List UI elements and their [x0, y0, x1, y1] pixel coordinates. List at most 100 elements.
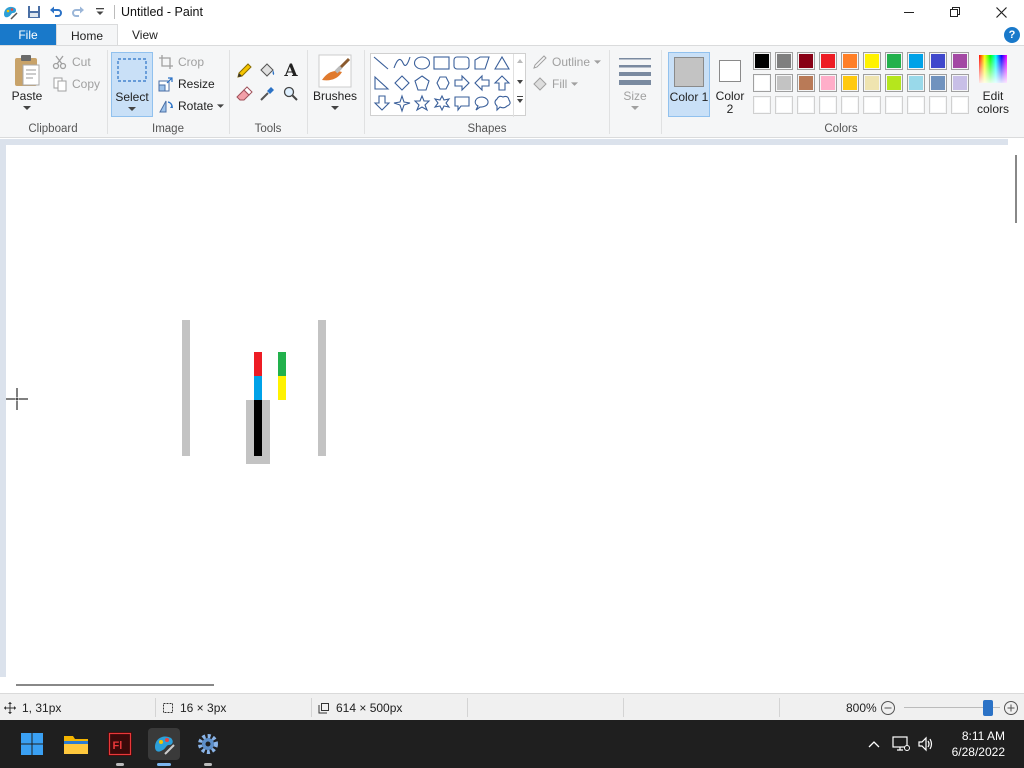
settings-button[interactable]: [192, 728, 224, 766]
customize-qat-icon[interactable]: [90, 2, 110, 22]
palette-swatch[interactable]: [819, 74, 837, 92]
palette-swatch[interactable]: [841, 74, 859, 92]
palette-swatch[interactable]: [929, 74, 947, 92]
palette-swatch[interactable]: [863, 52, 881, 70]
outline-button[interactable]: Outline: [532, 52, 602, 72]
palette-swatch[interactable]: [841, 96, 859, 114]
six-point-star-shape[interactable]: [433, 94, 451, 112]
palette-swatch[interactable]: [775, 52, 793, 70]
palette-swatch[interactable]: [753, 96, 771, 114]
zoom-in-button[interactable]: [1003, 694, 1019, 721]
right-arrow-shape[interactable]: [454, 74, 470, 92]
tray-overflow-icon[interactable]: [864, 734, 884, 754]
drawing-canvas[interactable]: [6, 145, 1008, 677]
pencil-icon[interactable]: [235, 62, 253, 80]
palette-swatch[interactable]: [797, 74, 815, 92]
diamond-shape[interactable]: [394, 75, 410, 91]
horizontal-scrollbar[interactable]: [0, 677, 1008, 693]
four-point-star-shape[interactable]: [393, 94, 411, 113]
undo-icon[interactable]: [46, 2, 66, 22]
right-triangle-shape[interactable]: [374, 75, 390, 90]
color1-button[interactable]: Color 1: [668, 52, 710, 117]
color-picker-icon[interactable]: [258, 85, 276, 103]
pentagon-shape[interactable]: [414, 75, 430, 91]
curve-shape[interactable]: [393, 56, 411, 69]
palette-swatch[interactable]: [753, 74, 771, 92]
paint-taskbar-button[interactable]: [148, 728, 180, 766]
palette-swatch[interactable]: [951, 52, 969, 70]
line-shape[interactable]: [373, 56, 389, 70]
rounded-callout-shape[interactable]: [454, 96, 470, 112]
polygon-shape[interactable]: [474, 56, 490, 70]
palette-swatch[interactable]: [885, 96, 903, 114]
palette-swatch[interactable]: [863, 74, 881, 92]
palette-swatch[interactable]: [863, 96, 881, 114]
volume-icon[interactable]: [916, 734, 936, 754]
help-icon[interactable]: ?: [1004, 27, 1020, 43]
size-button[interactable]: Size: [614, 52, 656, 117]
palette-swatch[interactable]: [797, 52, 815, 70]
triangle-shape[interactable]: [494, 55, 510, 70]
oval-callout-shape[interactable]: [474, 96, 489, 111]
palette-swatch[interactable]: [819, 96, 837, 114]
palette-swatch[interactable]: [907, 96, 925, 114]
up-arrow-shape[interactable]: [493, 75, 511, 91]
zoom-slider-thumb[interactable]: [983, 700, 993, 716]
minimize-button[interactable]: [886, 0, 932, 24]
start-button[interactable]: [16, 728, 48, 760]
palette-swatch[interactable]: [907, 52, 925, 70]
tab-file[interactable]: File: [0, 24, 56, 46]
oval-shape[interactable]: [413, 56, 431, 70]
redo-icon[interactable]: [68, 2, 88, 22]
palette-swatch[interactable]: [951, 96, 969, 114]
network-icon[interactable]: [891, 734, 911, 754]
crop-button[interactable]: Crop: [158, 52, 204, 72]
rectangle-shape[interactable]: [433, 56, 450, 70]
select-button[interactable]: Select: [111, 52, 153, 117]
palette-swatch[interactable]: [951, 74, 969, 92]
flash-app-button[interactable]: Fl: [104, 728, 136, 766]
close-button[interactable]: [978, 0, 1024, 24]
palette-swatch[interactable]: [819, 52, 837, 70]
palette-swatch[interactable]: [775, 96, 793, 114]
tab-view[interactable]: View: [118, 24, 172, 46]
save-icon[interactable]: [24, 2, 44, 22]
fill-button[interactable]: Fill: [532, 74, 579, 94]
left-arrow-shape[interactable]: [474, 74, 490, 92]
palette-swatch[interactable]: [841, 52, 859, 70]
palette-swatch[interactable]: [753, 52, 771, 70]
eraser-icon[interactable]: [235, 85, 253, 103]
vertical-scroll-thumb[interactable]: [1015, 155, 1017, 223]
horizontal-scroll-thumb[interactable]: [16, 684, 214, 686]
magnifier-icon[interactable]: [282, 85, 300, 103]
fill-bucket-icon[interactable]: [258, 62, 276, 80]
palette-swatch[interactable]: [885, 74, 903, 92]
resize-button[interactable]: Resize: [158, 74, 215, 94]
vertical-scrollbar[interactable]: [1008, 139, 1024, 693]
system-clock[interactable]: 8:11 AM 6/28/2022: [952, 728, 1005, 760]
palette-swatch[interactable]: [907, 74, 925, 92]
paste-button[interactable]: Paste: [6, 52, 48, 116]
restore-button[interactable]: [932, 0, 978, 24]
palette-swatch[interactable]: [797, 96, 815, 114]
brushes-button[interactable]: Brushes: [312, 52, 358, 117]
tab-home[interactable]: Home: [56, 24, 119, 46]
rotate-button[interactable]: Rotate: [158, 96, 225, 116]
zoom-slider[interactable]: [904, 694, 1000, 721]
cloud-callout-shape[interactable]: [494, 95, 511, 112]
five-point-star-shape[interactable]: [413, 94, 431, 112]
shapes-scrollbar[interactable]: [513, 54, 525, 117]
file-explorer-button[interactable]: [60, 728, 92, 760]
zoom-out-button[interactable]: [880, 694, 896, 721]
text-icon[interactable]: A: [282, 61, 300, 81]
color2-button[interactable]: Color 2: [712, 52, 748, 117]
palette-swatch[interactable]: [929, 52, 947, 70]
copy-button[interactable]: Copy: [52, 74, 100, 94]
hexagon-shape[interactable]: [436, 76, 450, 90]
down-arrow-shape[interactable]: [373, 95, 391, 111]
palette-swatch[interactable]: [885, 52, 903, 70]
cut-button[interactable]: Cut: [52, 52, 91, 72]
palette-swatch[interactable]: [929, 96, 947, 114]
rounded-rectangle-shape[interactable]: [453, 56, 470, 70]
paint-app-icon[interactable]: [2, 4, 18, 20]
